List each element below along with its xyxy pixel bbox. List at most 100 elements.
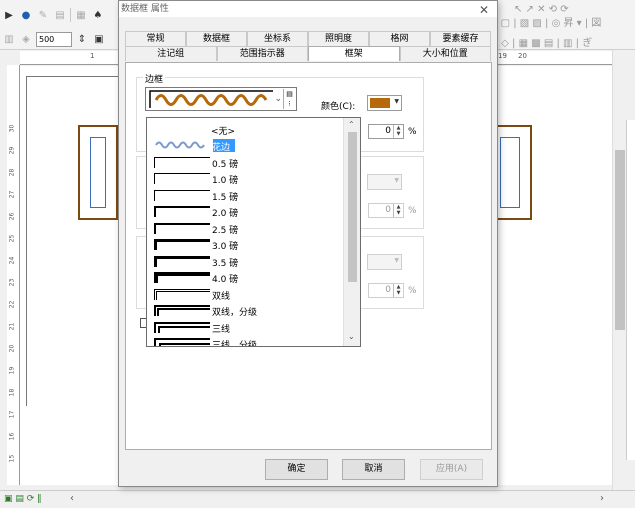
list-item-label: <无> xyxy=(211,127,236,137)
tab-illumination[interactable]: 照明度 xyxy=(308,31,369,46)
border-style-combo[interactable]: ⌄ ▤ ⁝ xyxy=(145,87,297,111)
select-arrow-icon[interactable]: ▶ xyxy=(2,8,16,22)
border-style-dropdown[interactable]: <无> 花边 0.5 磅 1.0 磅 1.5 磅 2.0 磅 2.5 磅 3.0… xyxy=(146,117,361,347)
zoom-spin-icon[interactable]: ⇕ xyxy=(75,32,89,46)
line-preview xyxy=(154,338,210,346)
unit-label: % xyxy=(408,286,417,296)
border-color-picker[interactable]: ▼ xyxy=(367,95,402,111)
border-gap-spinner[interactable]: 0 ▲ ▼ xyxy=(368,124,404,139)
tab-annotation-groups[interactable]: 注记组 xyxy=(125,46,217,61)
pen-icon[interactable]: ✎ xyxy=(36,8,50,22)
ruler-label: 23 xyxy=(8,278,16,287)
line-preview xyxy=(154,173,210,184)
dropdown-scrollbar[interactable]: ⌃ ⌄ xyxy=(343,118,360,346)
binoculars-icon[interactable]: ♠ xyxy=(91,8,105,22)
scroll-right-icon[interactable]: › xyxy=(600,493,604,504)
list-item[interactable]: 2.5 磅 xyxy=(147,220,344,237)
list-item[interactable]: 1.5 磅 xyxy=(147,187,344,204)
line-preview xyxy=(154,272,210,283)
spinner-arrows-icon[interactable]: ▲ ▼ xyxy=(393,125,403,138)
scrollbar-thumb[interactable] xyxy=(348,132,357,282)
tab-data-frame[interactable]: 数据框 xyxy=(186,31,247,46)
chevron-down-icon[interactable]: ⌄ xyxy=(274,94,282,104)
list-item[interactable]: 双线 xyxy=(147,286,344,303)
list-item[interactable]: 1.0 磅 xyxy=(147,170,344,187)
tab-size-position[interactable]: 大小和位置 xyxy=(399,46,491,61)
canvas-vertical-scrollbar[interactable] xyxy=(612,50,626,490)
ruler-label: 29 xyxy=(8,146,16,155)
spinner-value: 0 xyxy=(385,205,391,215)
chart-icon[interactable]: ▤ xyxy=(53,8,67,22)
ruler-label: 24 xyxy=(8,256,16,265)
list-item-label: 0.5 磅 xyxy=(212,160,239,170)
vertical-ruler: 30 29 28 27 26 25 24 23 22 21 20 19 18 1… xyxy=(7,65,20,485)
border-properties-icon[interactable]: ▤ ⁝ xyxy=(283,89,295,109)
ruler-label: 26 xyxy=(8,212,16,221)
line-preview xyxy=(154,289,210,300)
info-icon[interactable]: ● xyxy=(19,8,33,22)
ruler-label: 19 xyxy=(498,52,507,60)
scrollbar-thumb[interactable] xyxy=(615,150,625,330)
list-item-label: 三线 xyxy=(212,325,231,335)
table-icon[interactable]: ▥ xyxy=(2,32,16,46)
list-item-label: 双线 xyxy=(212,292,231,302)
zoom-input[interactable]: 500 xyxy=(36,31,72,47)
color-label: 颜色(C): xyxy=(321,102,356,112)
background-color-picker[interactable]: ▼ xyxy=(367,174,402,190)
list-item[interactable]: 2.0 磅 xyxy=(147,203,344,220)
page-icon[interactable]: ◈ xyxy=(19,32,33,46)
draw-tools-icon[interactable]: ア ◇ | ▦ ▩ ▤ | ▥ | ぎ xyxy=(488,34,592,49)
line-preview xyxy=(154,256,210,267)
tab-row-2: 注记组 范围指示器 框架 大小和位置 xyxy=(125,46,491,61)
list-item[interactable]: 双线，分级 xyxy=(147,302,344,319)
list-item-selected[interactable]: 花边 xyxy=(147,137,344,154)
tab-general[interactable]: 常规 xyxy=(125,31,186,46)
toolbar-separator xyxy=(70,8,71,22)
list-item[interactable]: 三线 xyxy=(147,319,344,336)
list-item[interactable]: 0.5 磅 xyxy=(147,154,344,171)
shadow-gap-spinner[interactable]: 0 ▲ ▼ xyxy=(368,283,404,298)
shadow-color-picker[interactable]: ▼ xyxy=(367,254,402,270)
side-panel-edge xyxy=(626,120,635,460)
tab-feature-cache[interactable]: 要素缓存 xyxy=(430,31,491,46)
cancel-button[interactable]: 取消 xyxy=(342,459,405,480)
spinner-arrows-icon[interactable]: ▲ ▼ xyxy=(393,204,403,217)
chevron-down-icon[interactable]: ⌄ xyxy=(348,332,355,341)
tab-grids[interactable]: 格网 xyxy=(369,31,430,46)
ruler-label: 30 xyxy=(8,124,16,133)
list-item[interactable]: 4.0 磅 xyxy=(147,269,344,286)
ruler-label: 22 xyxy=(8,300,16,309)
background-gap-spinner[interactable]: 0 ▲ ▼ xyxy=(368,203,404,218)
apply-button[interactable]: 应用(A) xyxy=(420,459,483,480)
dialog-title: 数据框 属性 xyxy=(121,4,169,14)
dialog-titlebar: 数据框 属性 ✕ xyxy=(119,1,497,17)
ruler-label: 19 xyxy=(8,366,16,375)
list-item-label: 三线，分级 xyxy=(212,341,258,347)
list-item[interactable]: <无> xyxy=(147,121,344,138)
view-toggle-icon[interactable]: ▣ ▤ ⟳ ‖ xyxy=(4,494,42,504)
line-preview xyxy=(154,206,210,217)
list-item[interactable]: 3.5 磅 xyxy=(147,253,344,270)
line-preview xyxy=(154,157,210,168)
grid-icon[interactable]: ▦ xyxy=(74,8,88,22)
tab-coordinate-system[interactable]: 坐标系 xyxy=(247,31,308,46)
scroll-left-icon[interactable]: ‹ xyxy=(70,493,74,504)
spinner-arrows-icon[interactable]: ▲ ▼ xyxy=(393,284,403,297)
align-icon[interactable]: ▤ ▢ | ▧ ▨ | ◎ 昇 ▾ | 図 xyxy=(488,14,601,29)
ruler-label: 21 xyxy=(8,322,16,331)
list-item[interactable]: 三线，分级 xyxy=(147,335,344,347)
list-item[interactable]: 3.0 磅 xyxy=(147,236,344,253)
close-icon[interactable]: ✕ xyxy=(479,2,489,18)
ruler-label: 16 xyxy=(8,432,16,441)
ruler-label: 18 xyxy=(8,388,16,397)
list-item-label: 3.5 磅 xyxy=(212,259,239,269)
decorative-frame-left[interactable] xyxy=(78,125,118,220)
tab-extent-indicators[interactable]: 范围指示器 xyxy=(216,46,308,61)
canvas-horizontal-scrollbar[interactable]: ▣ ▤ ⟳ ‖ ‹ › xyxy=(0,490,635,508)
ok-button[interactable]: 确定 xyxy=(265,459,328,480)
unit-label: % xyxy=(408,127,417,137)
layout-icon[interactable]: ▣ xyxy=(92,32,106,46)
tab-frame[interactable]: 框架 xyxy=(308,46,400,61)
chevron-up-icon[interactable]: ⌃ xyxy=(348,120,355,129)
list-item-label: 2.0 磅 xyxy=(212,209,239,219)
